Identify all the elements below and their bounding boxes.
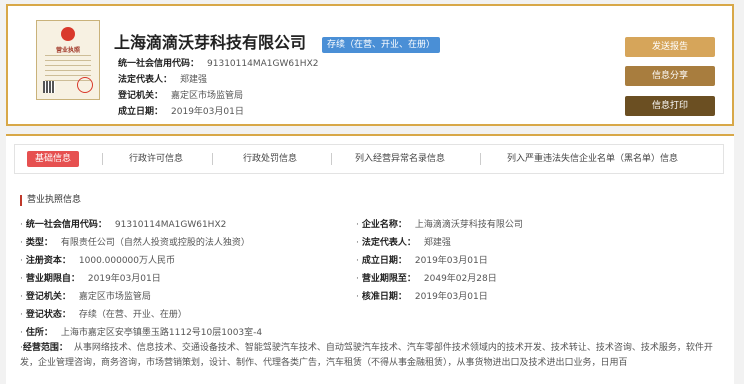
print-info-button[interactable]: 信息打印 <box>625 96 715 116</box>
field-address: · 住所： 上海市嘉定区安亭镇墨玉路1112号10层1003室-4 <box>20 328 263 338</box>
field-registration-authority: · 登记机关： 嘉定区市场监管局 <box>20 292 151 302</box>
company-name: 上海滴滴沃芽科技有限公司 <box>114 33 307 52</box>
field-legal-rep: · 法定代表人： 郑建强 <box>356 238 451 248</box>
send-report-button[interactable]: 发送报告 <box>625 37 715 57</box>
info-row-legal-rep: 法定代表人： 郑建强 <box>118 75 208 85</box>
tab-abnormal-operations[interactable]: 列入经营异常名录信息 <box>355 151 445 167</box>
info-row-registration-authority: 登记机关： 嘉定区市场监管局 <box>118 91 244 101</box>
field-term-from: · 营业期限自： 2019年03月01日 <box>20 274 161 284</box>
tab-administrative-penalty[interactable]: 行政处罚信息 <box>243 151 297 167</box>
business-scope: ·经营范围： 从事网络技术、信息技术、交通设备技术、智能驾驶汽车技术、自动驾驶汽车… <box>20 343 713 368</box>
status-badge: 存续（在营、开业、在册） <box>322 37 441 53</box>
tab-divider <box>480 153 481 165</box>
company-header-card: 营业执照 上海滴滴沃芽科技有限公司 存续（在营、开业、在册） 统一社会信用代码：… <box>6 4 734 126</box>
field-registered-capital: · 注册资本： 1000.000000万人民币 <box>20 256 176 266</box>
tab-administrative-license[interactable]: 行政许可信息 <box>129 151 183 167</box>
info-tabs: 基础信息 行政许可信息 行政处罚信息 列入经营异常名录信息 列入严重违法失信企业… <box>14 144 724 174</box>
field-term-to: · 营业期限至： 2049年02月28日 <box>356 274 497 284</box>
details-panel: 基础信息 行政许可信息 行政处罚信息 列入经营异常名录信息 列入严重违法失信企业… <box>6 134 734 384</box>
field-established-date: · 成立日期： 2019年03月01日 <box>356 256 488 266</box>
tab-divider <box>102 153 103 165</box>
share-info-button[interactable]: 信息分享 <box>625 66 715 86</box>
field-company-name: · 企业名称： 上海滴滴沃芽科技有限公司 <box>356 220 523 230</box>
info-row-credit-code: 统一社会信用代码： 91310114MA1GW61HX2 <box>118 59 319 69</box>
tab-divider <box>212 153 213 165</box>
license-title: 营业执照 <box>55 47 80 54</box>
tab-blacklist[interactable]: 列入严重违法失信企业名单（黑名单）信息 <box>507 151 678 167</box>
qr-code-icon <box>43 81 55 93</box>
field-credit-code: · 统一社会信用代码： 91310114MA1GW61HX2 <box>20 220 227 230</box>
business-license-thumbnail[interactable]: 营业执照 <box>36 20 100 100</box>
section-title: 营业执照信息 <box>20 195 81 206</box>
field-registration-status: · 登记状态： 存续（在营、开业、在册） <box>20 310 187 320</box>
tab-basic-info[interactable]: 基础信息 <box>27 151 80 167</box>
seal-icon <box>77 77 93 93</box>
national-emblem-icon <box>61 27 75 41</box>
field-type: · 类型： 有限责任公司（自然人投资或控股的法人独资） <box>20 238 250 248</box>
field-approval-date: · 核准日期： 2019年03月01日 <box>356 292 488 302</box>
tab-divider <box>331 153 332 165</box>
info-row-established-date: 成立日期： 2019年03月01日 <box>118 107 244 117</box>
